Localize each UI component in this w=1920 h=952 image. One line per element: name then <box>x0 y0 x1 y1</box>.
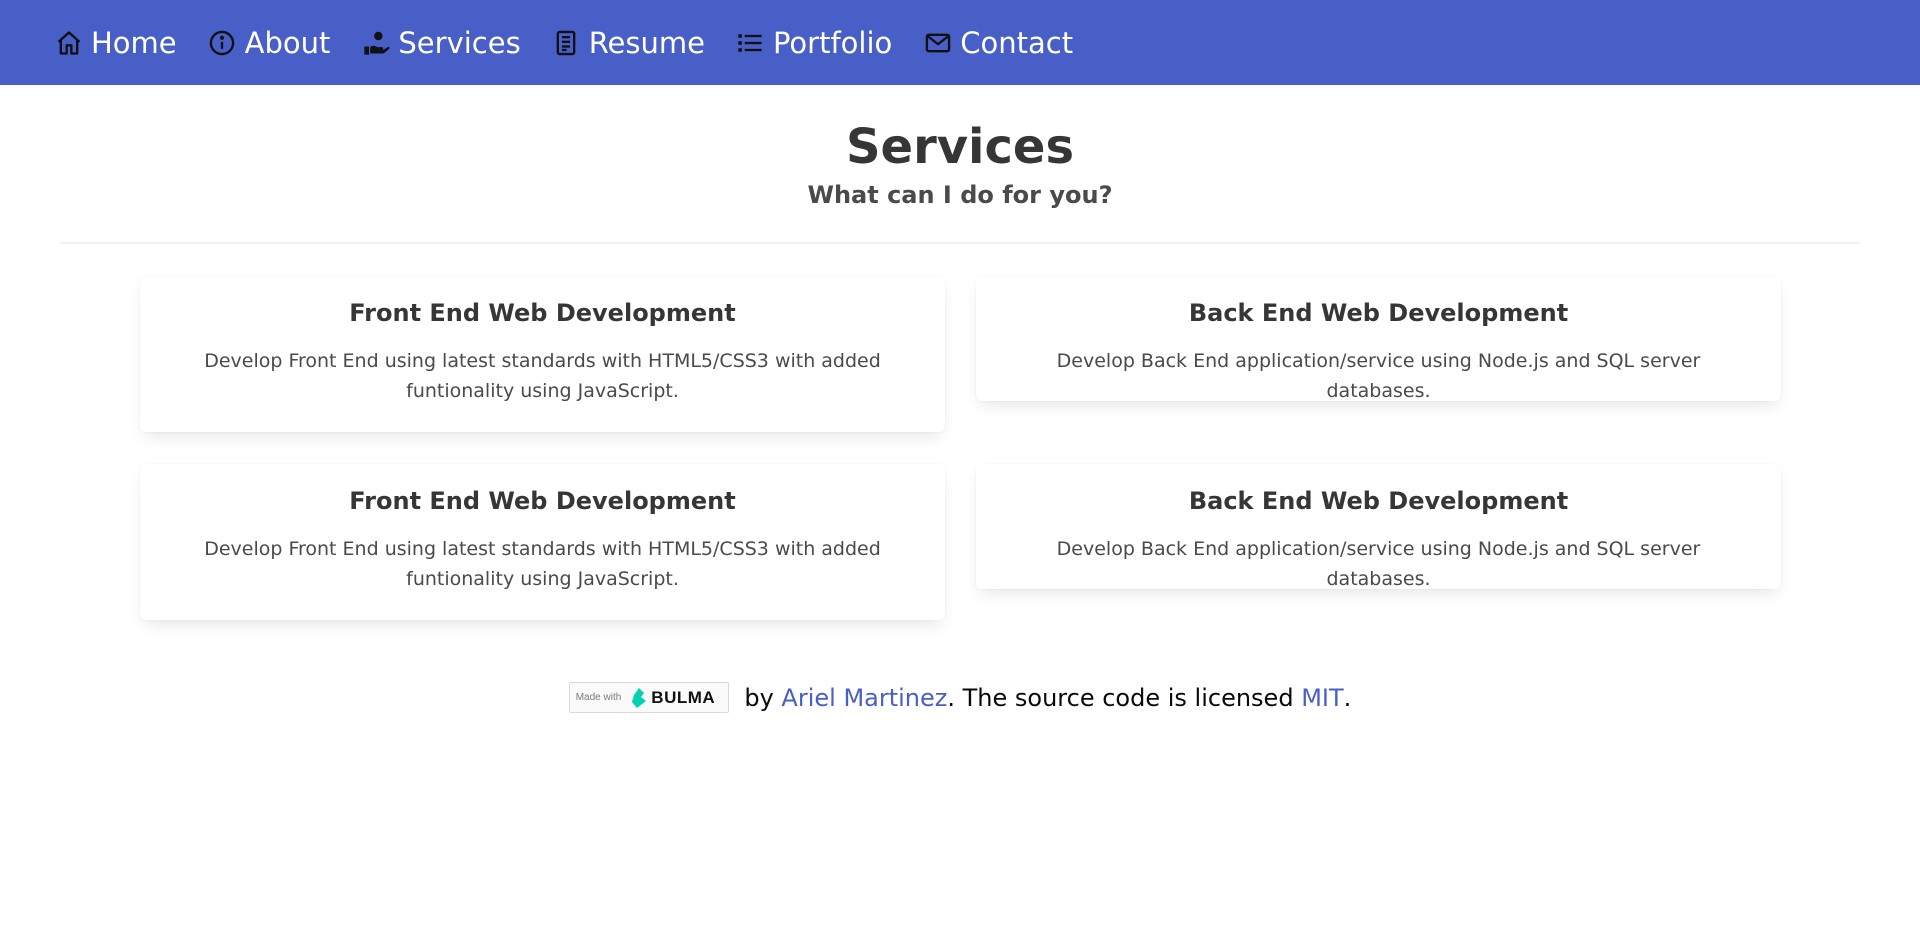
mail-icon <box>923 28 952 57</box>
service-card-text: Develop Back End application/service usi… <box>1056 538 1701 590</box>
hand-service-icon <box>361 28 390 57</box>
divider <box>60 242 1860 244</box>
service-card-text: Develop Back End application/service usi… <box>1056 350 1701 402</box>
footer: Made with BULMA by Ariel Martinez . The … <box>0 682 1920 713</box>
nav-resume-label: Resume <box>588 25 705 60</box>
nav-about-label: About <box>244 25 331 60</box>
navbar: Home About Services Resume Portfolio Con… <box>0 0 1920 85</box>
service-card-text: Develop Front End using latest standards… <box>204 538 881 590</box>
badge-made-with-text: Made with <box>575 692 622 703</box>
nav-services[interactable]: Services <box>361 0 521 85</box>
nav-services-label: Services <box>398 25 521 60</box>
service-card-text: Develop Front End using latest standards… <box>204 350 881 402</box>
list-icon <box>736 28 765 57</box>
service-card-title: Front End Web Development <box>349 299 736 327</box>
nav-portfolio-label: Portfolio <box>772 25 893 60</box>
service-card-title: Back End Web Development <box>1188 299 1569 327</box>
made-with-bulma-badge[interactable]: Made with BULMA <box>568 682 729 713</box>
bulma-logo-icon <box>632 687 647 708</box>
info-icon <box>208 28 237 57</box>
footer-by-text: by <box>736 683 782 712</box>
page-subtitle: What can I do for you? <box>807 181 1113 209</box>
badge-brand-text: BULMA <box>651 687 716 707</box>
footer-end-text: . <box>1343 683 1352 712</box>
nav-contact[interactable]: Contact <box>923 0 1073 85</box>
nav-home[interactable]: Home <box>54 0 177 85</box>
footer-license-text: . The source code is licensed <box>947 683 1302 712</box>
page-title: Services <box>845 119 1075 175</box>
service-card: Back End Web Development Develop Back En… <box>976 464 1781 590</box>
nav-home-label: Home <box>91 25 177 60</box>
service-card: Front End Web Development Develop Front … <box>140 464 945 620</box>
nav-portfolio[interactable]: Portfolio <box>736 0 892 85</box>
nav-resume[interactable]: Resume <box>552 0 705 85</box>
license-link[interactable]: MIT <box>1301 684 1343 712</box>
nav-about[interactable]: About <box>208 0 331 85</box>
home-icon <box>54 28 83 57</box>
author-link[interactable]: Ariel Martinez <box>781 684 947 712</box>
service-card-title: Front End Web Development <box>349 487 736 515</box>
service-card: Back End Web Development Develop Back En… <box>976 276 1781 402</box>
nav-contact-label: Contact <box>960 25 1074 60</box>
service-card: Front End Web Development Develop Front … <box>140 276 945 432</box>
service-card-title: Back End Web Development <box>1188 487 1569 515</box>
document-icon <box>552 28 581 57</box>
